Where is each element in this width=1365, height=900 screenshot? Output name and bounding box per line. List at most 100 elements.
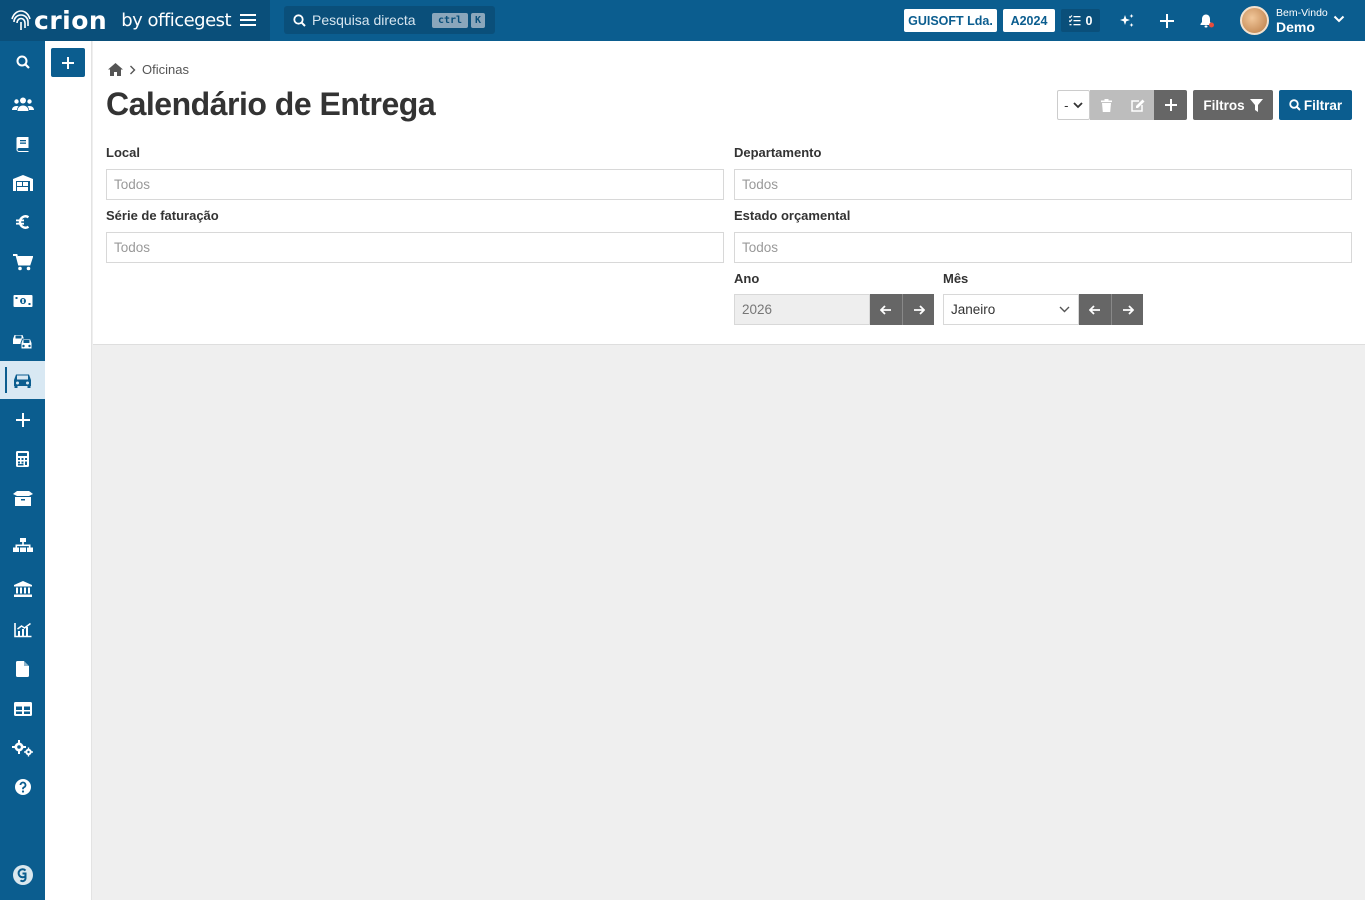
box-icon [12, 490, 33, 506]
sidebar-item-finance[interactable] [0, 203, 45, 241]
chevron-down-icon [1059, 306, 1070, 313]
filter-icon [1249, 98, 1263, 112]
sidebar-item-inventory[interactable] [0, 479, 45, 517]
hamburger-menu-icon[interactable] [239, 12, 257, 28]
add-button[interactable] [1154, 90, 1187, 120]
user-name: Demo [1276, 18, 1315, 35]
sidebar-item-reports[interactable] [0, 611, 45, 649]
g-logo-icon [12, 865, 33, 885]
ano-prev-button[interactable] [870, 294, 902, 325]
local-select[interactable]: Todos [106, 169, 724, 200]
filters-toggle-button[interactable]: Filtros [1193, 90, 1273, 120]
warehouse-icon [12, 175, 33, 191]
mes-prev-button[interactable] [1079, 294, 1111, 325]
delete-button[interactable] [1090, 90, 1122, 120]
user-menu[interactable]: Bem-Vindo Demo [1276, 8, 1328, 34]
sidebar-item-warehouse[interactable] [0, 164, 45, 202]
sidebar-item-money[interactable] [0, 282, 45, 320]
sidebar-item-organization[interactable] [0, 526, 45, 564]
ano-label: Ano [734, 271, 760, 286]
sidebar-item-bank[interactable] [0, 570, 45, 608]
filters-toggle-label: Filtros [1203, 97, 1245, 113]
apply-filter-label: Filtrar [1303, 97, 1343, 113]
sidebar-item-book[interactable] [0, 125, 45, 163]
quick-add-button[interactable] [51, 48, 85, 77]
arrow-right-icon [913, 304, 925, 315]
departamento-select[interactable]: Todos [734, 169, 1352, 200]
home-icon[interactable] [108, 63, 123, 76]
view-select-value: - [1064, 97, 1069, 113]
sidebar-item-users[interactable] [0, 85, 45, 123]
search-icon [293, 13, 306, 27]
cogs-icon [11, 739, 33, 756]
book-icon [16, 137, 28, 152]
serie-label: Série de faturação [106, 208, 219, 223]
table-icon [13, 702, 32, 716]
sidebar-item-help[interactable] [0, 768, 45, 806]
mes-select[interactable]: Janeiro [943, 294, 1079, 325]
search-icon [16, 55, 30, 69]
brand-name: crion [34, 6, 108, 35]
cart-icon [12, 253, 33, 270]
chevron-down-icon[interactable] [1333, 14, 1345, 24]
apply-filter-button[interactable]: Filtrar [1279, 90, 1352, 120]
bell-icon[interactable] [1197, 11, 1217, 31]
plus-icon [15, 413, 30, 427]
checklist-icon [1068, 15, 1081, 26]
cars-icon [12, 334, 32, 349]
sidebar-item-workshop[interactable] [0, 361, 45, 399]
file-icon [16, 661, 29, 677]
magic-icon[interactable] [1117, 11, 1137, 31]
sidebar-item-purchases[interactable] [0, 243, 45, 281]
sidebar-item-tables[interactable] [0, 690, 45, 728]
help-icon [14, 779, 31, 795]
search-icon [1289, 99, 1301, 111]
trash-icon [1100, 98, 1112, 112]
serie-placeholder: Todos [114, 240, 151, 255]
estado-label: Estado orçamental [734, 208, 851, 223]
brand: crion [10, 6, 107, 35]
ano-next-button[interactable] [902, 294, 934, 325]
filter-panel: Oficinas Calendário de Entrega - Filtros… [93, 41, 1365, 345]
company-badge[interactable]: GUISOFT Lda. [904, 9, 997, 32]
mes-next-button[interactable] [1111, 294, 1143, 325]
serie-select[interactable]: Todos [106, 232, 724, 263]
plus-icon [1164, 99, 1177, 111]
sidebar-item-vehicles[interactable] [0, 322, 45, 360]
breadcrumb-section[interactable]: Oficinas [142, 62, 189, 77]
chevron-down-icon [1073, 101, 1083, 108]
sidebar-item-calculator[interactable] [0, 440, 45, 478]
users-icon [11, 97, 34, 111]
sidebar-item-documents[interactable] [0, 650, 45, 688]
edit-button[interactable] [1122, 90, 1154, 120]
departamento-placeholder: Todos [742, 177, 779, 192]
search-placeholder: Pesquisa directa [312, 12, 416, 28]
local-placeholder: Todos [114, 177, 151, 192]
sidebar-item-settings[interactable] [0, 729, 45, 767]
estado-select[interactable]: Todos [734, 232, 1352, 263]
car-icon [14, 374, 31, 388]
logo[interactable]: crion by officegest [0, 0, 270, 41]
content-area [93, 345, 1365, 900]
euro-icon [15, 215, 29, 229]
view-select[interactable]: - [1057, 90, 1090, 120]
top-bar: crion by officegest Pesquisa directa ctr… [0, 0, 1365, 41]
plus-icon [62, 56, 74, 69]
tasks-badge[interactable]: 0 [1061, 9, 1100, 32]
ano-input[interactable]: 2026 [734, 294, 870, 325]
chevron-right-icon [130, 65, 136, 74]
edit-icon [1131, 99, 1145, 112]
fingerprint-icon [11, 9, 31, 30]
sidebar-item-add[interactable] [0, 401, 45, 439]
avatar[interactable] [1240, 6, 1269, 35]
sidebar-item-search[interactable] [0, 43, 45, 81]
departamento-label: Departamento [734, 145, 822, 160]
search-input[interactable]: Pesquisa directa ctrl K [284, 6, 495, 34]
year-badge[interactable]: A2024 [1003, 9, 1055, 32]
sidebar-item-guisoft[interactable] [0, 856, 45, 894]
add-icon[interactable] [1157, 11, 1177, 31]
welcome-label: Bem-Vindo [1276, 7, 1328, 19]
shortcut-k-key: K [471, 13, 485, 28]
estado-placeholder: Todos [742, 240, 779, 255]
secondary-column [45, 41, 92, 900]
